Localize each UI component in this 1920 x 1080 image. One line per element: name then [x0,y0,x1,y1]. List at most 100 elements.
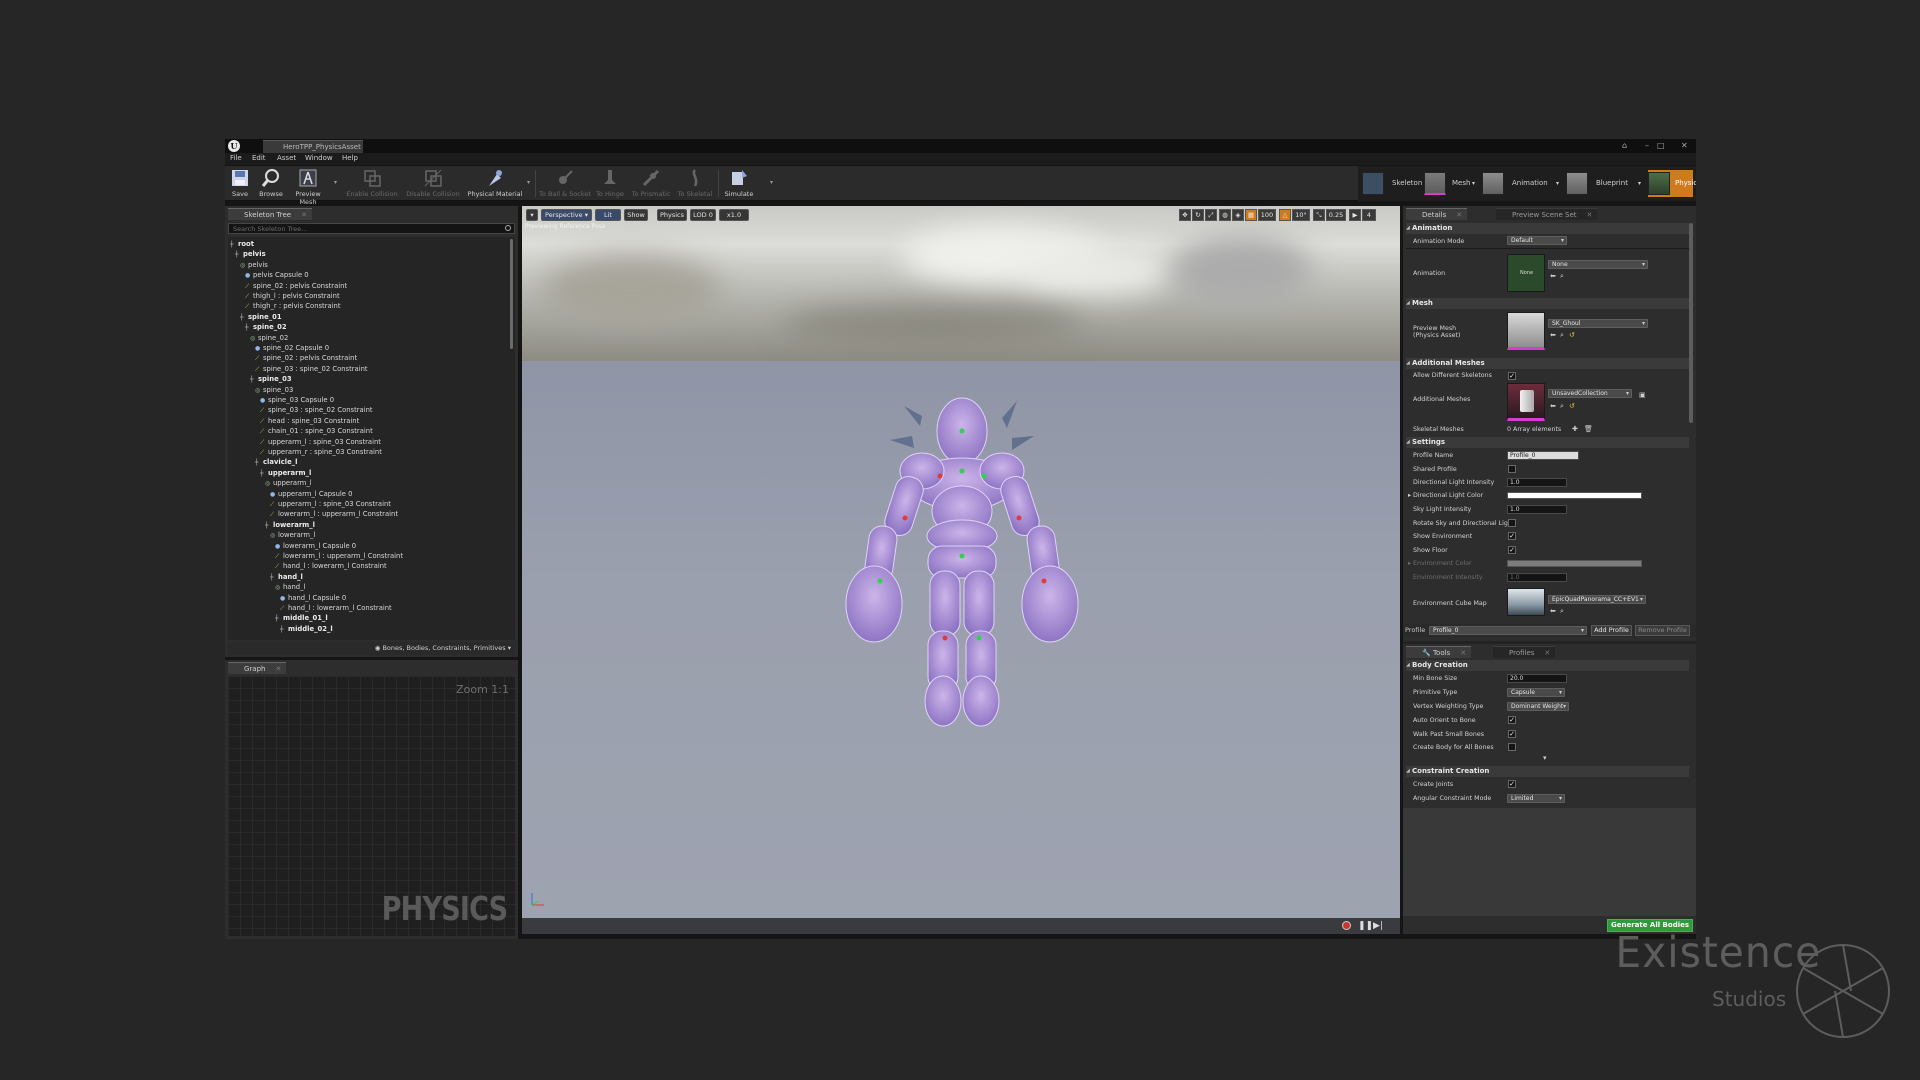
tree-item-bone[interactable]: ┼ pelvis [235,249,266,259]
expand-arrow-icon[interactable]: ▸ [1408,560,1411,567]
rotate-sky-checkbox[interactable] [1508,519,1516,527]
asset-tab[interactable]: HeroTPP_PhysicsAsset [263,140,363,153]
mode-physics[interactable]: Physics [1648,170,1696,197]
tree-item-con[interactable]: ⟋ thigh_l : pelvis Constraint [245,291,340,301]
physics-view-button[interactable]: Physics [657,209,687,221]
show-floor-checkbox[interactable]: ✓ [1508,546,1516,554]
profile-name-input[interactable]: Profile_0 [1507,451,1579,460]
animation-thumbnail[interactable]: None [1507,254,1545,292]
tab-close-icon[interactable]: ✕ [1544,649,1550,657]
show-environment-checkbox[interactable]: ✓ [1508,532,1516,540]
tree-item-bone[interactable]: ┼ lowerarm_l [265,520,315,530]
add-profile-button[interactable]: Add Profile [1591,625,1632,636]
category-constraint-creation[interactable]: Constraint Creation [1406,766,1689,777]
maximize-button[interactable]: □ [1657,141,1665,150]
tree-scrollbar[interactable] [510,239,513,349]
world-icon[interactable]: ◍ [1219,209,1231,221]
tree-item-con[interactable]: ⟋ spine_03 : spine_02 Constraint [255,364,368,374]
tree-item-shape[interactable]: ● upperarm_l Capsule 0 [270,489,352,499]
menu-help[interactable]: Help [342,154,358,162]
browse-button[interactable]: Browse [258,168,284,199]
tree-item-con[interactable]: ⟋ spine_02 : pelvis Constraint [255,353,357,363]
grid-snap-icon[interactable]: ▦ [1245,209,1257,221]
tree-item-bone[interactable]: ┼ middle_01_l [275,613,328,623]
use-selected-arrow-icon[interactable]: ⬅ [1550,402,1556,410]
simulate-button[interactable]: Simulate [722,168,756,199]
notification-icon[interactable]: ⌂ [1622,141,1627,150]
reset-arrow-icon[interactable]: ↺ [1569,331,1575,339]
mode-skeleton[interactable]: Skeleton [1362,170,1422,197]
additional-meshes-thumbnail[interactable] [1507,383,1545,421]
minimize-button[interactable]: – [1645,141,1649,150]
tree-item-bone[interactable]: ┼ middle_02_l [280,624,333,634]
translate-icon[interactable]: ✥ [1179,209,1191,221]
browse-asset-icon[interactable]: ⌕ [1560,331,1564,340]
save-collection-icon[interactable]: ▣ [1639,391,1646,399]
tree-item-con[interactable]: ⟋ chain_01 : spine_03 Constraint [260,426,373,436]
preview-mesh-select[interactable]: SK_Ghoul [1548,319,1648,328]
tree-item-body[interactable]: ◎ upperarm_l [265,478,312,488]
additional-meshes-select[interactable]: UnsavedCollection [1548,389,1632,398]
tree-item-shape[interactable]: ● pelvis Capsule 0 [245,270,309,280]
save-button[interactable]: Save [229,168,251,199]
tree-item-shape[interactable]: ● spine_02 Capsule 0 [255,343,329,353]
tree-item-bone[interactable]: ┼ spine_02 [245,322,287,332]
rotate-icon[interactable]: ↻ [1192,209,1204,221]
tree-filter-button[interactable]: ◉ Bones, Bodies, Constraints, Primitives… [228,642,515,655]
cube-map-thumbnail[interactable] [1507,588,1545,616]
tab-preview-scene[interactable]: Preview Scene Set ✕ [1496,208,1598,220]
tree-item-bone[interactable]: ┼ upperarm_l [260,468,311,478]
to-prismatic-button[interactable]: To Prismatic [629,168,673,199]
grid-size-value[interactable]: 100 [1258,209,1276,221]
tab-skeleton-tree[interactable]: Skeleton Tree ✕ [228,208,312,220]
tree-item-bone[interactable]: ┼ spine_01 [240,312,282,322]
directional-light-intensity-input[interactable]: 1.0 [1507,478,1567,487]
to-skeletal-button[interactable]: To Skeletal [675,168,715,199]
tree-item-body[interactable]: ◎ lowerarm_l [270,530,315,540]
menu-asset[interactable]: Asset [277,154,296,162]
category-settings[interactable]: Settings [1406,437,1689,448]
create-body-all-bones-checkbox[interactable] [1508,743,1516,751]
remove-profile-button[interactable]: Remove Profile [1635,625,1690,636]
browse-asset-icon[interactable]: ⌕ [1560,402,1564,411]
tree-item-con[interactable]: ⟋ head : spine_03 Constraint [260,416,359,426]
show-button[interactable]: Show [624,209,648,221]
step-forward-icon[interactable]: ▶| [1373,921,1383,931]
menu-file[interactable]: File [230,154,242,162]
advanced-expand-icon[interactable]: ▾ [1543,754,1547,762]
tab-tools[interactable]: 🔧 Tools ✕ [1406,646,1472,658]
viewport[interactable]: ▾ Perspective ▾ Lit Show Physics LOD 0 x… [522,206,1400,934]
scale-icon[interactable]: ⤢ [1205,209,1217,221]
tree-item-con[interactable]: ⟋ lowerarm_l : upperarm_l Constraint [275,551,403,561]
tree-item-shape[interactable]: ● spine_03 Capsule 0 [260,395,334,405]
camera-speed-value[interactable]: 4 [1362,209,1376,221]
tree-item-con[interactable]: ⟋ upperarm_r : spine_03 Constraint [260,447,382,457]
tree-item-bone[interactable]: ┼ clavicle_l [255,457,297,467]
mode-blueprint[interactable]: Blueprint ▾ [1566,170,1646,197]
speed-button[interactable]: x1.0 [719,209,749,221]
tree-item-con[interactable]: ⟋ upperarm_l : spine_03 Constraint [270,499,391,509]
tree-item-bone[interactable]: ┼ spine_03 [250,374,292,384]
mode-animation[interactable]: Animation ▾ [1482,170,1564,197]
allow-different-skeletons-checkbox[interactable]: ✓ [1508,372,1516,380]
tab-details[interactable]: Details ✕ [1406,208,1468,220]
tree-item-body[interactable]: ◎ pelvis [240,260,268,270]
use-selected-arrow-icon[interactable]: ⬅ [1550,607,1556,615]
tree-item-body[interactable]: ◎ spine_03 [255,385,293,395]
tree-item-con[interactable]: ⟋ hand_l : lowerarm_l Constraint [275,561,387,571]
use-selected-arrow-icon[interactable]: ⬅ [1550,331,1556,339]
preview-mesh-button[interactable]: Preview Mesh [286,168,330,206]
min-bone-size-input[interactable]: 20.0 [1507,674,1567,683]
tree-item-con[interactable]: ⟋ thigh_r : pelvis Constraint [245,301,341,311]
tree-item-con[interactable]: ⟋ spine_03 : spine_02 Constraint [260,405,373,415]
mode-mesh[interactable]: Mesh ▾ [1424,170,1480,197]
to-ball-socket-button[interactable]: To Ball & Socket [539,168,591,199]
reset-arrow-icon[interactable]: ↺ [1569,402,1575,410]
animation-asset-select[interactable]: None [1548,260,1648,269]
menu-edit[interactable]: Edit [252,154,266,162]
animation-dropdown-icon[interactable]: ▾ [1556,170,1559,197]
environment-color-swatch[interactable] [1507,560,1642,567]
skeleton-search-input[interactable]: Search Skeleton Tree... [228,223,515,234]
enable-collision-button[interactable]: Enable Collision [345,168,399,199]
preview-mesh-thumbnail[interactable] [1507,312,1545,350]
